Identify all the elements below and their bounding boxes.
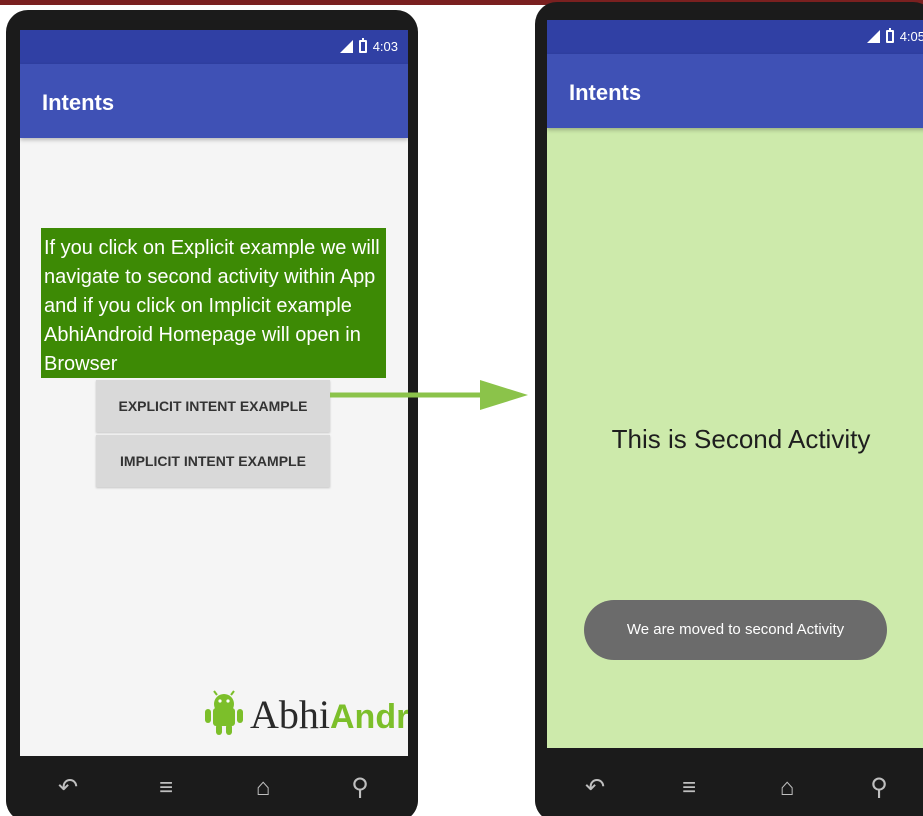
home-icon[interactable]: ⌂ — [773, 774, 801, 802]
signal-icon — [866, 30, 880, 43]
menu-icon[interactable]: ≡ — [152, 774, 180, 802]
nav-bar: ↶ ≡ ⌂ ⚲ — [535, 756, 923, 816]
battery-icon — [885, 28, 894, 43]
status-time: 4:05 — [899, 29, 923, 44]
implicit-intent-button[interactable]: IMPLICIT INTENT EXAMPLE — [96, 435, 330, 487]
status-bar: 4:03 — [20, 30, 408, 64]
composite-stage: 4:03 Intents If you click on Explicit ex… — [0, 0, 923, 816]
search-icon[interactable]: ⚲ — [865, 774, 893, 802]
logo-text-accent: Android — [330, 697, 408, 736]
phone-right: 4:05 Intents This is Second Activity We … — [535, 2, 923, 816]
search-icon[interactable]: ⚲ — [346, 774, 374, 802]
info-text: If you click on Explicit example we will… — [41, 228, 386, 378]
signal-icon — [339, 40, 353, 53]
nav-bar: ↶ ≡ ⌂ ⚲ — [6, 756, 418, 816]
app-title: Intents — [42, 90, 115, 115]
app-bar: Intents — [547, 54, 923, 128]
transition-arrow-icon — [330, 380, 528, 410]
status-time: 4:03 — [372, 39, 398, 54]
app-title: Intents — [569, 80, 642, 105]
app-bar: Intents — [20, 64, 408, 138]
battery-icon — [358, 38, 367, 53]
back-icon[interactable]: ↶ — [581, 774, 609, 802]
back-icon[interactable]: ↶ — [54, 774, 82, 802]
android-robot-icon — [205, 690, 243, 735]
second-activity-text: This is Second Activity — [611, 424, 871, 454]
screen-second-activity: 4:05 Intents This is Second Activity We … — [547, 20, 923, 748]
home-icon[interactable]: ⌂ — [249, 774, 277, 802]
abhiandroid-logo: AbhiAndroid — [200, 690, 408, 738]
logo-text: AbhiAndroid — [250, 691, 408, 738]
menu-icon[interactable]: ≡ — [675, 774, 703, 802]
toast-message: We are moved to second Activity — [584, 600, 887, 660]
status-bar: 4:05 — [547, 20, 923, 54]
explicit-intent-button[interactable]: EXPLICIT INTENT EXAMPLE — [96, 380, 330, 432]
logo-text-main: Abhi — [250, 691, 330, 737]
